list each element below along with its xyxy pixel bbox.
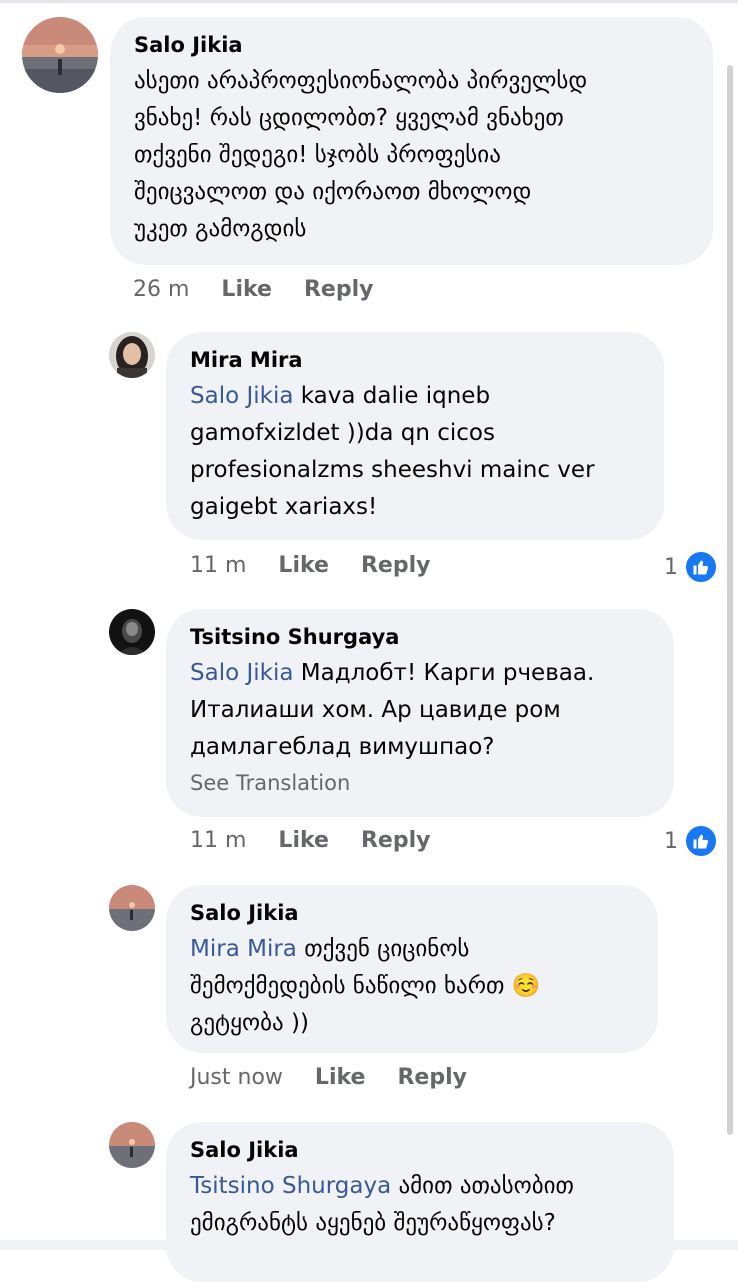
like-button[interactable]: Like — [221, 277, 272, 302]
see-translation-link[interactable]: See Translation — [190, 768, 650, 798]
reaction-number: 1 — [664, 554, 678, 580]
mention-link[interactable]: Salo Jikia — [190, 383, 293, 409]
thumbs-up-icon — [684, 824, 718, 858]
top-divider — [0, 0, 738, 3]
avatar[interactable] — [109, 609, 155, 655]
thumbs-up-icon — [684, 550, 718, 584]
scrollbar[interactable] — [727, 65, 733, 1135]
dark-avatar-image — [109, 609, 155, 655]
sunset-avatar-image — [22, 17, 98, 93]
reply-button[interactable]: Reply — [361, 828, 431, 853]
comment-timestamp[interactable]: 26 m — [133, 277, 189, 302]
comment-author[interactable]: Mira Mira — [190, 346, 640, 374]
comment-author[interactable]: Salo Jikia — [134, 31, 689, 59]
mention-link[interactable]: Salo Jikia — [190, 660, 293, 686]
comment-author[interactable]: Tsitsino Shurgaya — [190, 623, 650, 651]
comment-actions: 11 m Like Reply — [190, 553, 430, 578]
mention-link[interactable]: Mira Mira — [190, 936, 297, 962]
sunset-avatar-image — [109, 885, 155, 931]
reaction-number: 1 — [664, 828, 678, 854]
reaction-count[interactable]: 1 — [664, 550, 718, 584]
comment-timestamp[interactable]: 11 m — [190, 553, 246, 578]
avatar[interactable] — [109, 1122, 155, 1168]
comment-timestamp[interactable]: Just now — [190, 1065, 283, 1090]
comment-bubble: Salo Jikia Tsitsino Shurgaya ამით ათასობ… — [166, 1122, 674, 1282]
mention-link[interactable]: Tsitsino Shurgaya — [190, 1173, 391, 1199]
avatar[interactable] — [109, 332, 155, 378]
comment-bubble: Mira Mira Salo Jikia kava dalie iqneb ga… — [166, 332, 664, 540]
comment-timestamp[interactable]: 11 m — [190, 828, 246, 853]
comment-actions: 26 m Like Reply — [133, 277, 373, 302]
like-button[interactable]: Like — [315, 1065, 366, 1090]
like-button[interactable]: Like — [278, 828, 329, 853]
bottom-edge — [0, 1240, 738, 1250]
reaction-count[interactable]: 1 — [664, 824, 718, 858]
reply-button[interactable]: Reply — [397, 1065, 467, 1090]
comment-actions: 11 m Like Reply — [190, 828, 430, 853]
avatar[interactable] — [109, 885, 155, 931]
woman-avatar-image — [109, 332, 155, 378]
reply-button[interactable]: Reply — [304, 277, 374, 302]
sunset-avatar-image — [109, 1122, 155, 1168]
comment-author[interactable]: Salo Jikia — [190, 899, 634, 927]
comment-author[interactable]: Salo Jikia — [190, 1136, 650, 1164]
avatar[interactable] — [22, 17, 98, 93]
like-button[interactable]: Like — [278, 553, 329, 578]
comment-text: ასეთი არაპროფესიონალობა პირველსდ ვნახე! … — [134, 68, 588, 242]
comment-actions: Just now Like Reply — [190, 1065, 467, 1090]
comment-bubble: Salo Jikia Mira Mira თქვენ ციცინოს შემოქ… — [166, 885, 658, 1053]
comment-bubble: Salo Jikia ასეთი არაპროფესიონალობა პირვე… — [110, 17, 713, 265]
comment-bubble: Tsitsino Shurgaya Salo Jikia Мадлобт! Ка… — [166, 609, 674, 817]
reply-button[interactable]: Reply — [361, 553, 431, 578]
